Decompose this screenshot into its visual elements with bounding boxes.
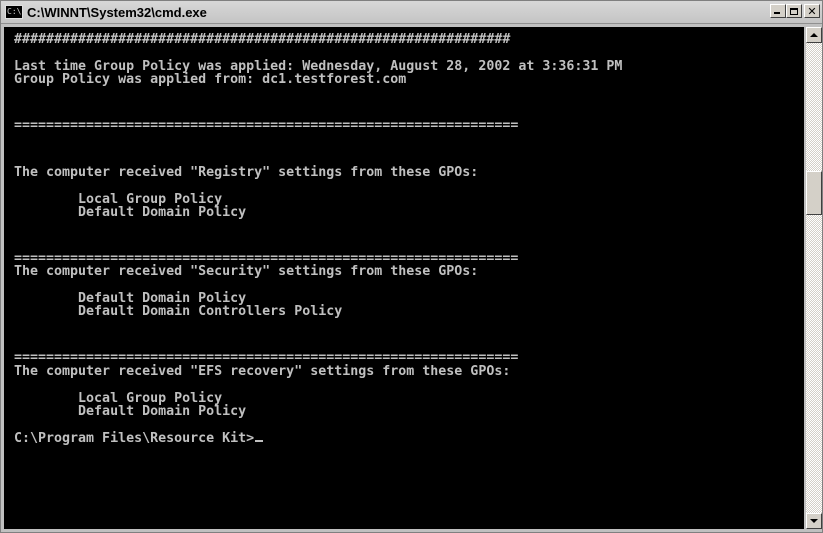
separator-hash: ########################################… — [14, 32, 511, 47]
separator-line: ========================================… — [14, 118, 519, 133]
arrow-down-icon — [810, 519, 818, 523]
close-button[interactable]: ✕ — [804, 4, 820, 18]
cmd-window: C:\ C:\WINNT\System32\cmd.exe ✕ ########… — [0, 0, 823, 533]
scrollbar-thumb[interactable] — [806, 171, 822, 215]
minimize-icon — [774, 12, 780, 14]
applied-from-line: Group Policy was applied from: dc1.testf… — [14, 72, 407, 87]
security-header: The computer received "Security" setting… — [14, 264, 479, 279]
arrow-up-icon — [810, 33, 818, 37]
minimize-button[interactable] — [770, 4, 786, 18]
window-title: C:\WINNT\System32\cmd.exe — [27, 4, 207, 20]
console-output[interactable]: ########################################… — [4, 27, 804, 529]
console-app-icon[interactable]: C:\ — [5, 5, 23, 19]
title-bar[interactable]: C:\ C:\WINNT\System32\cmd.exe ✕ — [1, 1, 822, 24]
vertical-scrollbar[interactable] — [806, 27, 822, 529]
prompt-text: C:\Program Files\Resource Kit> — [14, 431, 255, 446]
scroll-up-button[interactable] — [806, 27, 822, 43]
separator-line: ========================================… — [14, 350, 519, 365]
maximize-button[interactable] — [786, 4, 802, 18]
security-gpo-item: Default Domain Controllers Policy — [14, 304, 343, 319]
close-icon: ✕ — [807, 4, 817, 18]
efs-gpo-item: Default Domain Policy — [14, 404, 247, 419]
maximize-icon — [790, 7, 798, 15]
text-cursor — [255, 440, 264, 442]
registry-gpo-item: Default Domain Policy — [14, 205, 247, 220]
efs-header: The computer received "EFS recovery" set… — [14, 364, 511, 379]
scroll-down-button[interactable] — [806, 513, 822, 529]
command-prompt[interactable]: C:\Program Files\Resource Kit> — [14, 431, 264, 446]
window-controls: ✕ — [770, 4, 820, 18]
registry-header: The computer received "Registry" setting… — [14, 165, 479, 180]
